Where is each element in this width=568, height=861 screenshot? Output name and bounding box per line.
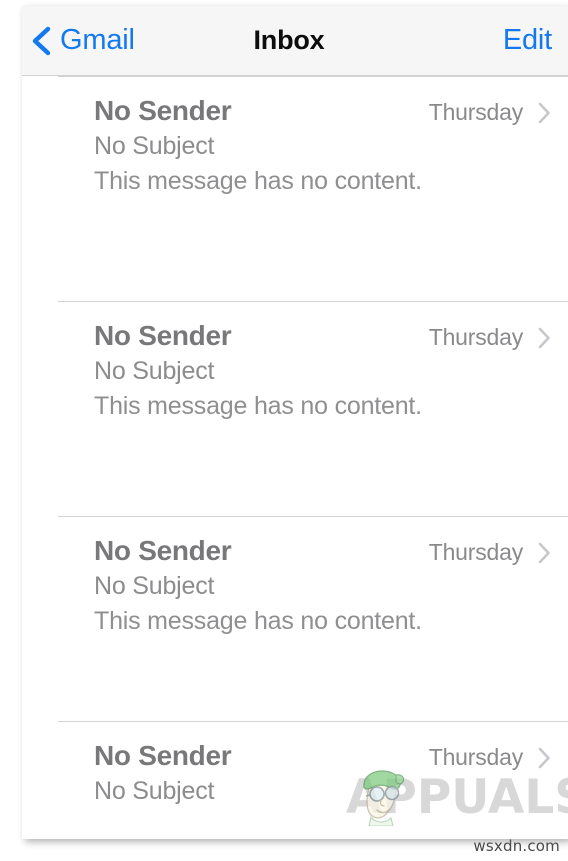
message-list-item[interactable]: No Sender Thursday No Subject This messa… bbox=[58, 301, 568, 516]
message-date: Thursday bbox=[428, 539, 523, 565]
message-preview: This message has no content. bbox=[94, 391, 422, 420]
edit-button[interactable]: Edit bbox=[503, 6, 552, 75]
message-list-item[interactable]: No Sender Thursday No Subject This messa… bbox=[58, 516, 568, 721]
message-subject: No Subject bbox=[94, 132, 215, 161]
message-meta: Thursday bbox=[429, 535, 554, 566]
message-row-header: No Sender Thursday bbox=[94, 535, 554, 567]
message-sender: No Sender bbox=[94, 535, 232, 566]
phone-screenshot-frame: Gmail Inbox Edit No Sender Thursday No S… bbox=[22, 6, 568, 839]
message-preview: This message has no content. bbox=[94, 166, 422, 195]
message-sender: No Sender bbox=[94, 740, 232, 771]
message-preview: This message has no content. bbox=[94, 606, 422, 635]
message-date: Thursday bbox=[428, 99, 523, 125]
message-subject: No Subject bbox=[94, 572, 215, 601]
chevron-right-icon bbox=[537, 541, 552, 565]
message-sender: No Sender bbox=[94, 320, 232, 351]
message-meta: Thursday bbox=[429, 320, 554, 351]
screenshot-canvas: Gmail Inbox Edit No Sender Thursday No S… bbox=[0, 0, 568, 861]
message-date: Thursday bbox=[428, 324, 523, 350]
message-subject: No Subject bbox=[94, 777, 215, 806]
message-meta: Thursday bbox=[429, 95, 554, 126]
message-row-header: No Sender Thursday bbox=[94, 95, 554, 127]
message-list: No Sender Thursday No Subject This messa… bbox=[22, 76, 568, 825]
message-list-item[interactable]: No Sender Thursday No Subject This messa… bbox=[58, 76, 568, 301]
chevron-right-icon bbox=[537, 326, 552, 350]
source-credit: wsxdn.com bbox=[473, 837, 560, 855]
message-date: Thursday bbox=[428, 744, 523, 770]
chevron-right-icon bbox=[537, 101, 552, 125]
message-row-header: No Sender Thursday bbox=[94, 740, 554, 772]
message-subject: No Subject bbox=[94, 357, 215, 386]
message-sender: No Sender bbox=[94, 95, 232, 126]
page-title: Inbox bbox=[253, 25, 325, 55]
message-row-header: No Sender Thursday bbox=[94, 320, 554, 352]
chevron-right-icon bbox=[537, 746, 552, 770]
message-list-item[interactable]: No Sender Thursday No Subject bbox=[58, 721, 568, 825]
message-meta: Thursday bbox=[429, 740, 554, 771]
navigation-bar: Gmail Inbox Edit bbox=[22, 6, 568, 76]
